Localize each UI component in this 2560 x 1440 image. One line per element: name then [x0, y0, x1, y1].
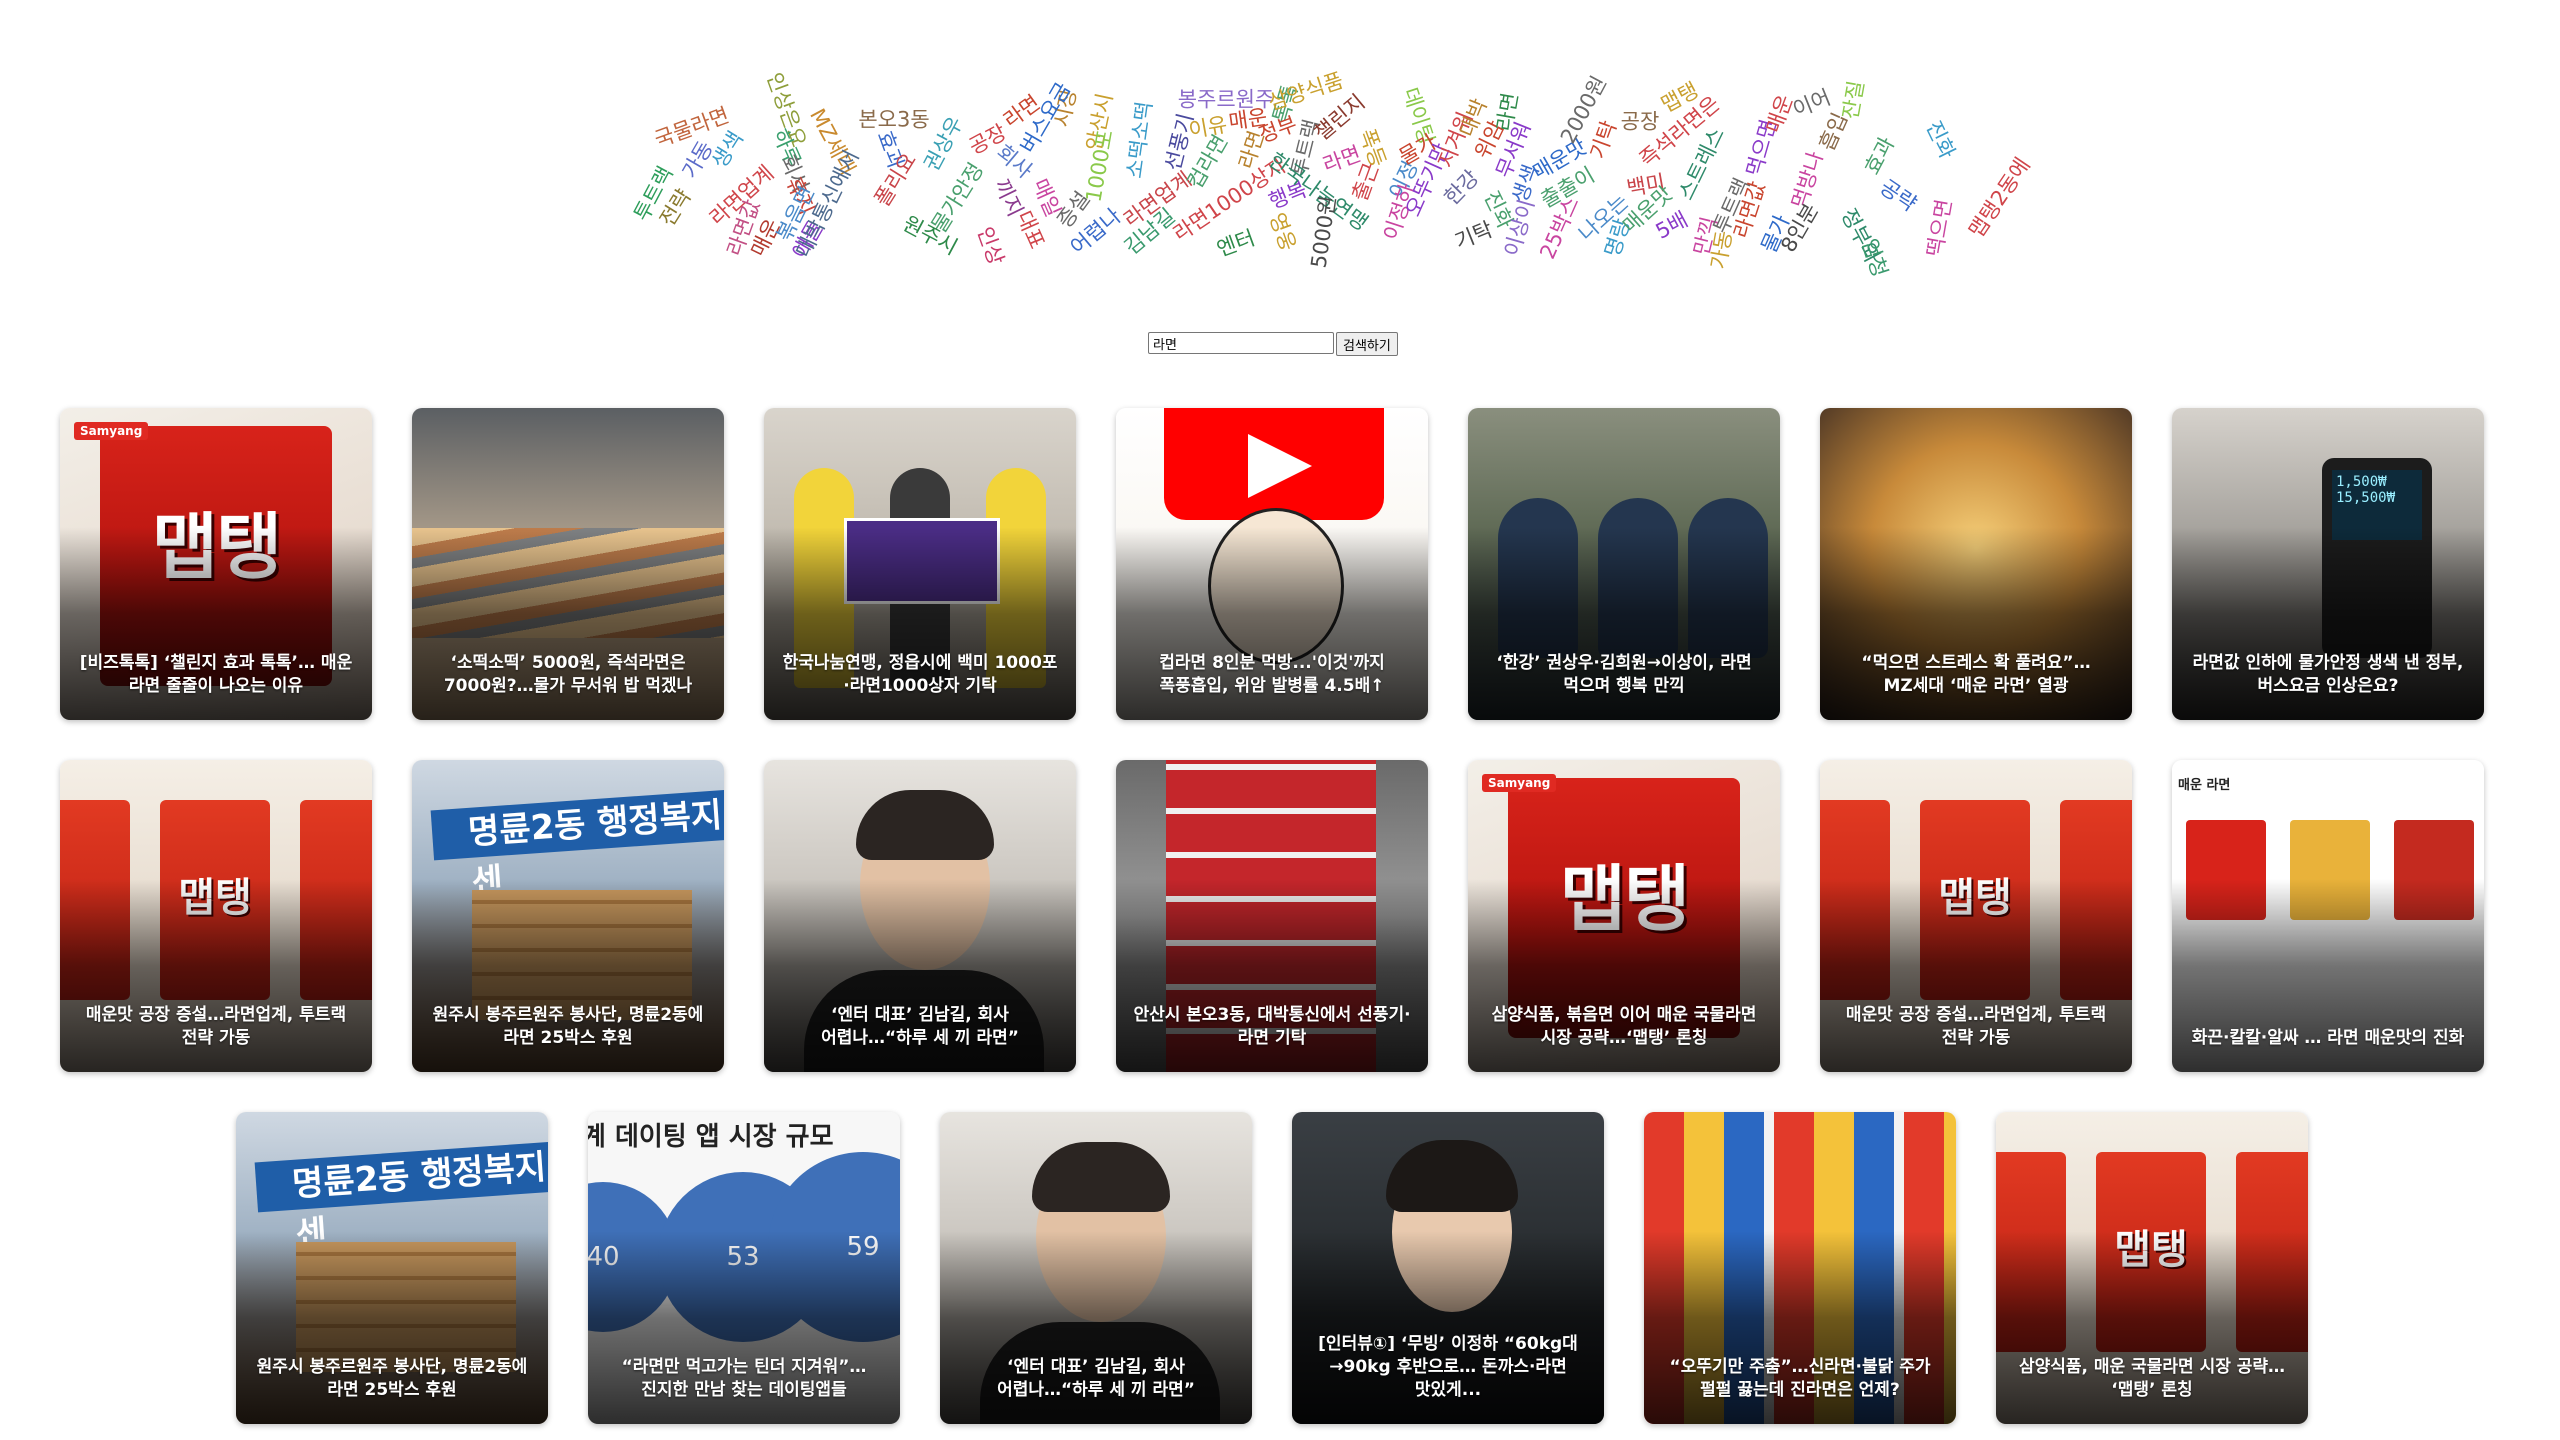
news-card-title: 안산시 본오3동, 대박통신에서 선풍기·라면 기탁: [1133, 1005, 1411, 1048]
news-card-title: [비즈톡톡] ‘챌린지 효과 톡톡’… 매운 라면 줄줄이 나오는 이유: [79, 653, 353, 696]
news-card-title: 원주시 봉주르원주 봉사단, 명륜2동에 라면 25박스 후원: [432, 1005, 704, 1048]
wordcloud-keyword[interactable]: 가동: [1706, 229, 1736, 271]
search-bar: 검색하기: [1148, 332, 1398, 356]
news-card[interactable]: Samyang맵탱삼양식품, 볶음면 이어 매운 국물라면 시장 공략…‘맵탱’…: [1468, 760, 1780, 1072]
news-card-title: 라면값 인하에 물가안정 생색 낸 정부, 버스요금 인상은요?: [2192, 653, 2464, 696]
wordcloud-keyword[interactable]: 엄청: [1857, 236, 1892, 280]
wordcloud-keyword[interactable]: 진화: [1921, 117, 1960, 162]
news-card-title: 화끈·칼칼·알싸 … 라면 매운맛의 진화: [2191, 1028, 2465, 1048]
news-card-title: 한국나눔연맹, 정읍시에 백미 1000포·라면1000상자 기탁: [782, 653, 1058, 696]
news-card[interactable]: “먹으면 스트레스 확 풀려요”…MZ세대 ‘매운 라면’ 열광: [1820, 408, 2132, 720]
news-card[interactable]: 명륜2동 행정복지센 원주시 봉주르원주 봉사단, 명륜2동에 라면 25박스 후…: [236, 1112, 548, 1424]
search-input[interactable]: [1148, 332, 1334, 354]
wordcloud-keyword[interactable]: 인상: [973, 224, 1009, 269]
wordcloud-keyword[interactable]: 효과: [1860, 133, 1899, 178]
news-card[interactable]: ‘소떡소떡’ 5000원, 즉석라면은 7000원?…물가 무서워 밥 먹겠나: [412, 408, 724, 720]
wordcloud-keyword[interactable]: 한강: [1440, 165, 1484, 209]
wordcloud-keyword[interactable]: 5000원: [1307, 194, 1341, 269]
news-card[interactable]: “오뚜기만 주춤”…신라면·불닭 주가 펄펄 끓는데 진라면은 언제?: [1644, 1112, 1956, 1424]
wordcloud-keyword[interactable]: 소떡소떡: [1122, 100, 1157, 180]
wordcloud-keyword[interactable]: 공략: [1876, 175, 1921, 217]
wordcloud-keyword[interactable]: 엔터: [1214, 226, 1259, 262]
wordcloud-keyword[interactable]: 떡으면: [1923, 197, 1957, 258]
wordcloud-keyword[interactable]: 8인분: [1776, 199, 1823, 256]
news-card-title: 매운맛 공장 증설…라면업계, 투트랙 전략 가동: [1845, 1005, 2107, 1048]
search-button[interactable]: 검색하기: [1336, 332, 1398, 356]
wordcloud-keyword[interactable]: 기탁: [1451, 217, 1496, 254]
news-card[interactable]: 맵탱삼양식품, 매운 국물라면 시장 공략… ‘맵탱’ 론칭: [1996, 1112, 2308, 1424]
wordcloud-keyword[interactable]: 공장: [1621, 111, 1660, 133]
news-card[interactable]: 컵라면 8인분 먹방...'이것'까지 폭풍흡입, 위암 발병률 4.5배↑: [1116, 408, 1428, 720]
news-card-title: 삼양식품, 매운 국물라면 시장 공략… ‘맵탱’ 론칭: [2018, 1357, 2286, 1400]
news-card[interactable]: [인터뷰①] ‘무빙’ 이정하 “60kg대→90kg 후반으로… 돈까스·라면…: [1292, 1112, 1604, 1424]
news-card[interactable]: ‘엔터 대표’ 김남길, 회사 어렵나…“하루 세 끼 라면”: [940, 1112, 1252, 1424]
keyword-word-cloud: 국물라면 투트랙 전략 가동 생색 라면업계 라면값 매운 인상은요 하루 회사 휴지 볶음면 애들 MZ세…: [0, 0, 2560, 320]
news-card-title: 컵라면 8인분 먹방...'이것'까지 폭풍흡입, 위암 발병률 4.5배↑: [1159, 653, 1385, 696]
news-card[interactable]: 매운 라면 화끈·칼칼·알싸 … 라면 매운맛의 진화: [2172, 760, 2484, 1072]
news-card-title: [인터뷰①] ‘무빙’ 이정하 “60kg대→90kg 후반으로… 돈까스·라면…: [1318, 1334, 1578, 1400]
news-card[interactable]: 안산시 본오3동, 대박통신에서 선풍기·라면 기탁: [1116, 760, 1428, 1072]
news-card-title: “라면만 먹고가는 틴더 지겨워”…진지한 만남 찾는 데이팅앱들: [621, 1357, 867, 1400]
news-card-title: ‘한강’ 권상우·김희원→이상이, 라면 먹으며 행복 만끽: [1496, 653, 1752, 696]
news-card[interactable]: 명륜2동 행정복지센 원주시 봉주르원주 봉사단, 명륜2동에 라면 25박스 후…: [412, 760, 724, 1072]
news-card[interactable]: 한국나눔연맹, 정읍시에 백미 1000포·라면1000상자 기탁: [764, 408, 1076, 720]
news-card[interactable]: ‘엔터 대표’ 김남길, 회사 어렵나…“하루 세 끼 라면”: [764, 760, 1076, 1072]
news-card[interactable]: 맵탱매운맛 공장 증설…라면업계, 투트랙 전략 가동: [60, 760, 372, 1072]
wordcloud-keyword[interactable]: 기탁: [1586, 118, 1622, 163]
news-card[interactable]: 1,500₩ 15,500₩ 라면값 인하에 물가안정 생색 낸 정부, 버스요금…: [2172, 408, 2484, 720]
news-card-title: ‘엔터 대표’ 김남길, 회사 어렵나…“하루 세 끼 라면”: [997, 1357, 1195, 1400]
wordcloud-keyword[interactable]: 잔질: [1838, 79, 1868, 121]
wordcloud-keyword[interactable]: 폴리요: [870, 149, 921, 211]
news-card[interactable]: 계 데이팅 앱 시장 규모405359“라면만 먹고가는 틴더 지겨워”…진지한…: [588, 1112, 900, 1424]
play-icon: [1248, 434, 1312, 498]
news-card-title: “오뚜기만 주춤”…신라면·불닭 주가 펄펄 끓는데 진라면은 언제?: [1669, 1357, 1931, 1400]
news-card-title: “먹으면 스트레스 확 풀려요”…MZ세대 ‘매운 라면’ 열광: [1861, 653, 2091, 696]
news-card-title: ‘엔터 대표’ 김남길, 회사 어렵나…“하루 세 끼 라면”: [821, 1005, 1019, 1048]
wordcloud-keyword[interactable]: 맵탱2동에: [1964, 153, 2035, 242]
news-card[interactable]: Samyang맵탱[비즈톡톡] ‘챌린지 효과 톡톡’… 매운 라면 줄줄이 나…: [60, 408, 372, 720]
news-card-title: 원주시 봉주르원주 봉사단, 명륜2동에 라면 25박스 후원: [256, 1357, 528, 1400]
wordcloud-keyword[interactable]: 먹방나: [1787, 149, 1828, 212]
news-card-title: 매운맛 공장 증설…라면업계, 투트랙 전략 가동: [85, 1005, 347, 1048]
news-card-title: 삼양식품, 볶음면 이어 매운 국물라면 시장 공략…‘맵탱’ 론칭: [1491, 1005, 1757, 1048]
wordcloud-keyword[interactable]: 생색: [707, 127, 748, 172]
wordcloud-keyword[interactable]: 영웅: [1265, 210, 1301, 255]
news-card[interactable]: ‘한강’ 권상우·김희원→이상이, 라면 먹으며 행복 만끽: [1468, 408, 1780, 720]
news-card-title: ‘소떡소떡’ 5000원, 즉석라면은 7000원?…물가 무서워 밥 먹겠나: [443, 653, 693, 696]
news-card[interactable]: 맵탱매운맛 공장 증설…라면업계, 투트랙 전략 가동: [1820, 760, 2132, 1072]
